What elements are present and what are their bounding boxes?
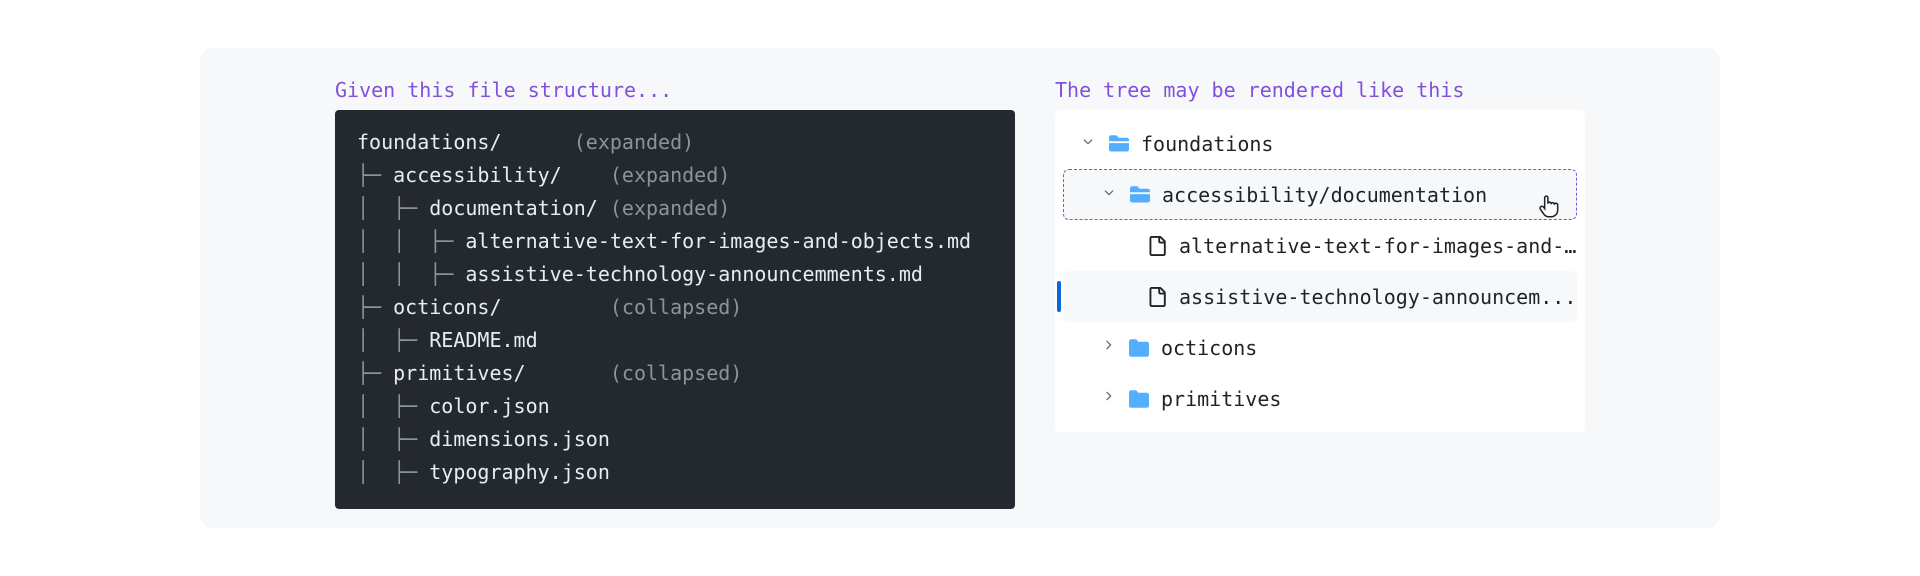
- fs-name: octicons/: [393, 295, 501, 319]
- fs-name: dimensions.json: [429, 427, 610, 451]
- fs-state: (expanded): [610, 163, 730, 187]
- fs-branch: ├─: [357, 163, 393, 187]
- fs-state: (collapsed): [610, 361, 742, 385]
- folder-closed-icon: [1129, 338, 1149, 358]
- folder-open-icon: [1130, 185, 1150, 205]
- fs-row: ├─ octicons/ (collapsed): [357, 291, 993, 324]
- fs-branch: │ │ ├─: [357, 229, 465, 253]
- fs-name: color.json: [429, 394, 549, 418]
- chevron-right-icon[interactable]: [1101, 389, 1117, 408]
- rendered-tree-box: foundations accessibility/documentation: [1055, 110, 1585, 432]
- chevron-down-icon[interactable]: [1081, 134, 1097, 153]
- rendered-tree-caption: The tree may be rendered like this: [1055, 78, 1585, 102]
- tree-item-foundations[interactable]: foundations: [1063, 118, 1577, 169]
- tree-label: primitives: [1161, 387, 1577, 411]
- chevron-right-icon[interactable]: [1101, 338, 1117, 357]
- fs-branch: │ ├─: [357, 427, 429, 451]
- fs-name: typography.json: [429, 460, 610, 484]
- fs-row: │ │ ├─ alternative-text-for-images-and-o…: [357, 225, 993, 258]
- fs-row: foundations/ (expanded): [357, 126, 993, 159]
- chevron-down-icon[interactable]: [1102, 185, 1118, 204]
- fs-state: (collapsed): [610, 295, 742, 319]
- example-canvas: Given this file structure... foundations…: [200, 48, 1720, 528]
- tree-label: foundations: [1141, 132, 1577, 156]
- fs-branch: │ │ ├─: [357, 262, 465, 286]
- tree-item-primitives[interactable]: primitives: [1063, 373, 1577, 424]
- fs-pad: [502, 130, 574, 154]
- fs-branch: │ ├─: [357, 328, 429, 352]
- fs-pad: [502, 295, 610, 319]
- fs-state: (expanded): [574, 130, 694, 154]
- fs-row: │ ├─ color.json: [357, 390, 993, 423]
- file-structure-caption: Given this file structure...: [335, 78, 1015, 102]
- fs-row: │ ├─ typography.json: [357, 456, 993, 489]
- rendered-tree-column: The tree may be rendered like this found…: [1055, 78, 1585, 528]
- tree-label: accessibility/documentation: [1162, 183, 1576, 207]
- fs-row: │ ├─ documentation/ (expanded): [357, 192, 993, 225]
- tree-label: octicons: [1161, 336, 1577, 360]
- fs-branch: ├─: [357, 295, 393, 319]
- fs-name: alternative-text-for-images-and-objects.…: [465, 229, 971, 253]
- fs-branch: │ ├─: [357, 394, 429, 418]
- tree-label: alternative-text-for-images-and-o...: [1179, 234, 1577, 258]
- fs-name: documentation/: [429, 196, 598, 220]
- fs-pad: [526, 361, 610, 385]
- fs-pad: [598, 196, 610, 220]
- fs-row: │ │ ├─ assistive-technology-announcemmen…: [357, 258, 993, 291]
- folder-closed-icon: [1129, 389, 1149, 409]
- fs-branch: │ ├─: [357, 460, 429, 484]
- fs-pad: [562, 163, 610, 187]
- tree-item-file[interactable]: alternative-text-for-images-and-o...: [1063, 220, 1577, 271]
- fs-name: README.md: [429, 328, 537, 352]
- fs-name: assistive-technology-announcemments.md: [465, 262, 923, 286]
- fs-name: accessibility/: [393, 163, 562, 187]
- tree-item-accessibility-documentation[interactable]: accessibility/documentation: [1063, 169, 1577, 220]
- fs-row: ├─ primitives/ (collapsed): [357, 357, 993, 390]
- fs-row: ├─ accessibility/ (expanded): [357, 159, 993, 192]
- fs-name: primitives/: [393, 361, 525, 385]
- tree-label: assistive-technology-announcem...: [1179, 285, 1577, 309]
- fs-branch: ├─: [357, 361, 393, 385]
- file-icon: [1147, 236, 1167, 256]
- fs-row: │ ├─ README.md: [357, 324, 993, 357]
- folder-open-icon: [1109, 134, 1129, 154]
- fs-state: (expanded): [610, 196, 730, 220]
- file-icon: [1147, 287, 1167, 307]
- fs-branch: │ ├─: [357, 196, 429, 220]
- tree-item-file[interactable]: assistive-technology-announcem...: [1063, 271, 1577, 322]
- fs-name: foundations/: [357, 130, 502, 154]
- tree-item-octicons[interactable]: octicons: [1063, 322, 1577, 373]
- fs-row: │ ├─ dimensions.json: [357, 423, 993, 456]
- file-structure-column: Given this file structure... foundations…: [335, 78, 1015, 528]
- file-structure-box: foundations/ (expanded) ├─ accessibility…: [335, 110, 1015, 509]
